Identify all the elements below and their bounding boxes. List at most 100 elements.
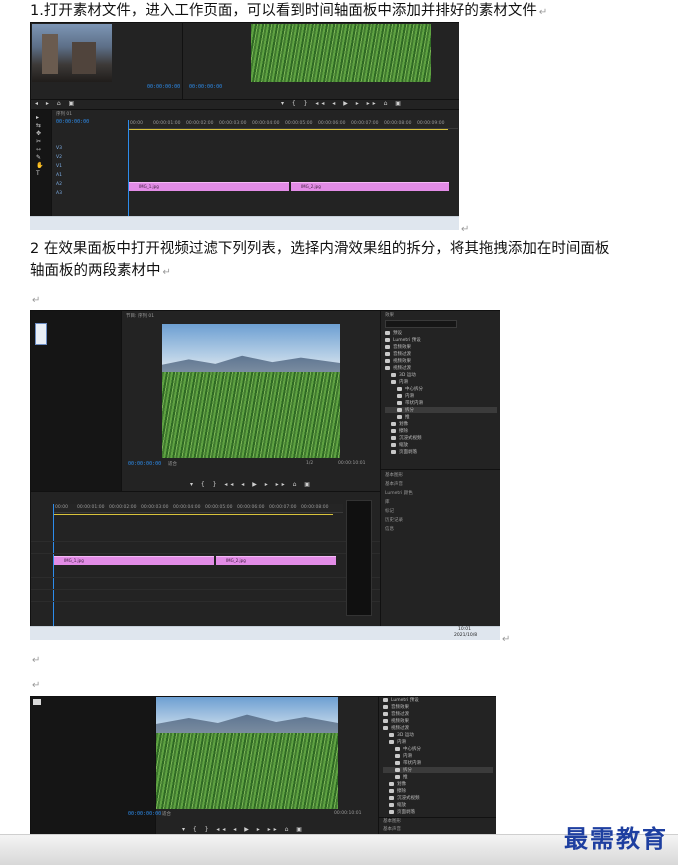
panel-essential-sound[interactable]: 基本声音 [385,481,403,487]
timeline-ruler[interactable]: 00:00 00:00:01:00 00:00:02:00 00:00:03:0… [53,504,343,513]
effects-item[interactable]: 内滑 [385,379,497,385]
effects-item[interactable]: Lumetri 预设 [385,337,497,343]
effects-item-selected[interactable]: 拆分 [383,767,493,773]
clip-2[interactable]: IMG_2.jpg [216,556,336,565]
effects-panel: 效果 预设 Lumetri 预设 音频效果 音频过渡 视频效果 视频过渡 3D … [380,310,500,470]
panel-toggle-icon[interactable] [35,323,47,345]
effects-item[interactable]: 内滑 [383,739,493,745]
effects-item[interactable]: 带状内滑 [383,760,493,766]
zoom-fit[interactable]: 适合 [162,811,171,817]
panel-history[interactable]: 历史记录 [385,517,403,523]
premiere-screenshot-1: 00:00:00:00 00:00:00:00 ◂ ▸ ⌂ ▣ ▾ { } ◂◂… [30,22,459,230]
effects-item-selected[interactable]: 拆分 [385,407,497,413]
panel-lumetri-color[interactable]: Lumetri 颜色 [385,490,413,496]
effects-item[interactable]: 沉浸式视频 [383,795,493,801]
left-panel [30,310,122,492]
effects-search-input[interactable] [385,320,457,328]
step1-text: 1.打开素材文件，进入工作页面，可以看到时间轴面板中添加并排好的素材文件 ↵ [30,3,548,19]
audio-meter [346,500,372,616]
effects-item[interactable]: 中心拆分 [383,746,493,752]
panel-info[interactable]: 信息 [385,526,394,532]
clip-2[interactable]: IMG_2.jpg [291,182,449,191]
program-preview [156,697,338,809]
effects-item[interactable]: Lumetri 预设 [383,697,493,703]
panel-essential-graphics[interactable]: 基本图形 [385,472,403,478]
effects-item[interactable]: 音频过渡 [383,711,493,717]
effects-item[interactable]: 中心拆分 [385,386,497,392]
sequence-tab[interactable]: 序列 01 [56,111,72,117]
program-controls[interactable]: ▾ { } ◂◂ ◂ ▶ ▸ ▸▸ ⌂ ▣ [281,100,404,107]
effects-item[interactable]: 音频效果 [383,704,493,710]
effects-item[interactable]: 推 [385,414,497,420]
program-monitor: 00:00:00:00 [182,22,459,100]
duration-timecode: 00:00:10:01 [334,811,362,816]
effects-item[interactable]: 缩放 [385,442,497,448]
source-monitor: 00:00:00:00 [30,22,183,100]
panel-libraries[interactable]: 库 [385,499,390,505]
program-preview [251,24,431,82]
effects-item[interactable]: 预设 [385,330,497,336]
effects-item[interactable]: 视频效果 [383,718,493,724]
premiere-screenshot-2: 节目: 序列 01 00:00:00:00 适合 1/2 00:00:10:01… [30,310,500,640]
clock-date: 2021/10/8 [454,633,478,638]
effects-item[interactable]: 音频过渡 [385,351,497,357]
effects-item[interactable]: 擦除 [385,428,497,434]
panel-markers[interactable]: 标记 [385,508,394,514]
playhead[interactable] [53,504,54,628]
effects-item[interactable]: 划像 [385,421,497,427]
playback-resolution[interactable]: 1/2 [306,461,313,466]
side-panels: 基本图形 基本声音 Lumetri 颜色 库 标记 历史记录 信息 [380,469,500,631]
source-controls[interactable]: ◂ ▸ ⌂ ▣ [35,100,77,107]
playhead[interactable] [128,120,129,216]
effects-item[interactable]: 擦除 [383,788,493,794]
transport-controls[interactable]: ▾ { } ◂◂ ◂ ▶ ▸ ▸▸ ⌂ ▣ [182,826,305,833]
panel-toggle-icon[interactable] [33,699,41,705]
panel-essential-graphics[interactable]: 基本图形 [383,818,401,824]
effects-item[interactable]: 3D 运动 [383,732,493,738]
panel-essential-sound[interactable]: 基本声音 [383,826,401,832]
current-timecode: 00:00:00:00 [128,461,162,467]
clip-1[interactable]: IMG_1.jpg [129,182,289,191]
source-thumbnail [32,24,112,82]
program-tab[interactable]: 节目: 序列 01 [126,313,154,319]
side-panels: 基本图形 基本声音 [378,817,496,834]
tool-icons[interactable]: ▸ ⇆ ✥ ✂ ⇿ ✎ ✋ T [36,114,44,178]
track-headers: V3 V2 V1 A1 A2 A3 [56,146,62,196]
program-timecode: 00:00:00:00 [189,84,223,90]
program-monitor: 节目: 序列 01 00:00:00:00 适合 1/2 00:00:10:01… [121,310,381,492]
timeline-panel: 00:00 00:00:01:00 00:00:02:00 00:00:03:0… [30,491,381,631]
effects-item[interactable]: 音频效果 [385,344,497,350]
effects-item[interactable]: 视频效果 [385,358,497,364]
effects-item[interactable]: 视频过渡 [385,365,497,371]
clip-1[interactable]: IMG_1.jpg [54,556,214,565]
effects-item[interactable]: 页面剥落 [383,809,493,815]
taskbar: 10:01 2021/10/8 [30,626,500,640]
current-timecode: 00:00:00:00 [128,811,162,817]
effects-panel: Lumetri 预设 音频效果 音频过渡 视频效果 视频过渡 3D 运动 内滑 … [378,696,496,818]
step2-text: 2 在效果面板中打开视频过滤下列列表，选择内滑效果组的拆分，将其拖拽添加在时间面… [30,241,610,279]
effects-item[interactable]: 沉浸式视频 [385,435,497,441]
effects-item[interactable]: 3D 运动 [385,372,497,378]
brand-logo: 最需教育 [564,824,668,853]
effects-item[interactable]: 内滑 [383,753,493,759]
timeline-timecode: 00:00:00:00 [56,119,90,125]
timeline-ruler[interactable]: 00:00 00:00:01:00 00:00:02:00 00:00:03:0… [128,120,458,129]
duration-timecode: 00:00:10:01 [338,461,366,466]
effects-item[interactable]: 页面剥落 [385,449,497,455]
effects-title: 效果 [385,313,394,318]
source-timecode: 00:00:00:00 [147,84,181,90]
taskbar [30,216,459,230]
effects-item[interactable]: 内滑 [385,393,497,399]
clock-time: 10:01 [458,627,471,632]
effects-item[interactable]: 划像 [383,781,493,787]
effects-item[interactable]: 推 [383,774,493,780]
effects-item[interactable]: 带状内滑 [385,400,497,406]
transport-controls[interactable]: ▾ { } ◂◂ ◂ ▶ ▸ ▸▸ ⌂ ▣ [190,481,313,488]
effects-item[interactable]: 视频过渡 [383,725,493,731]
program-monitor: 00:00:00:00 适合 00:00:10:01 ▾ { } ◂◂ ◂ ▶ … [128,696,379,834]
premiere-screenshot-3: 00:00:00:00 适合 00:00:10:01 ▾ { } ◂◂ ◂ ▶ … [30,696,496,834]
timeline-panel: 序列 01 00:00:00:00 00:00 00:00:01:00 00:0… [51,109,459,219]
effects-item[interactable]: 缩放 [383,802,493,808]
zoom-fit[interactable]: 适合 [168,461,177,467]
tools-panel: ▸ ⇆ ✥ ✂ ⇿ ✎ ✋ T [30,109,52,219]
